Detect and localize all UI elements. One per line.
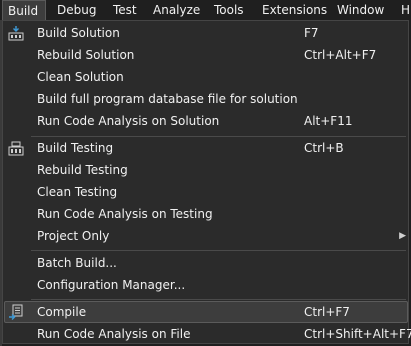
menu-item-rebuild-solution[interactable]: Rebuild Solution Ctrl+Alt+F7 <box>4 44 408 66</box>
menu-item-label: Build full program database file for sol… <box>37 92 298 106</box>
menu-item-project-only[interactable]: Project Only ▶ <box>4 225 408 247</box>
menu-item-compile[interactable]: Compile Ctrl+F7 <box>4 301 408 323</box>
menu-item-build-testing[interactable]: Build Testing Ctrl+B <box>4 137 408 159</box>
menu-item-clean-solution[interactable]: Clean Solution <box>4 66 408 88</box>
menu-separator <box>31 250 406 251</box>
menu-tools[interactable]: Tools <box>214 0 244 20</box>
menu-bar: Build Debug Test Analyze Tools Extension… <box>0 0 411 20</box>
menu-analyze[interactable]: Analyze <box>153 0 200 20</box>
menu-item-batch-build[interactable]: Batch Build... <box>4 252 408 274</box>
menu-separator <box>31 299 406 300</box>
menu-item-build-full-pdb[interactable]: Build full program database file for sol… <box>4 88 408 110</box>
build-menu-dropdown: Build Solution F7 Rebuild Solution Ctrl+… <box>2 20 411 345</box>
menu-item-shortcut: F7 <box>304 26 319 40</box>
menu-item-label: Rebuild Testing <box>37 163 128 177</box>
build-solution-icon <box>8 25 24 41</box>
menu-item-label: Rebuild Solution <box>37 48 135 62</box>
menu-item-label: Batch Build... <box>37 256 117 270</box>
menu-help[interactable]: H <box>401 0 410 20</box>
menu-item-label: Compile <box>37 305 87 319</box>
menu-item-label: Build Testing <box>37 141 114 155</box>
menu-item-shortcut: Ctrl+Alt+F7 <box>304 48 377 62</box>
menu-item-clean-testing[interactable]: Clean Testing <box>4 181 408 203</box>
menu-item-code-analysis-solution[interactable]: Run Code Analysis on Solution Alt+F11 <box>4 110 408 132</box>
menu-item-label: Run Code Analysis on Solution <box>37 114 220 128</box>
menu-build[interactable]: Build <box>2 0 46 20</box>
menu-item-shortcut: Ctrl+F7 <box>304 305 350 319</box>
menu-item-configuration-manager[interactable]: Configuration Manager... <box>4 274 408 296</box>
menu-test[interactable]: Test <box>113 0 137 20</box>
menu-item-shortcut: Alt+F11 <box>304 114 353 128</box>
menu-item-label: Build Solution <box>37 26 120 40</box>
menu-item-code-analysis-file[interactable]: Run Code Analysis on File Ctrl+Shift+Alt… <box>4 323 411 345</box>
menu-item-build-solution[interactable]: Build Solution F7 <box>4 22 408 44</box>
menu-item-label: Clean Testing <box>37 185 118 199</box>
menu-item-label: Run Code Analysis on File <box>37 327 191 341</box>
submenu-arrow-icon: ▶ <box>399 231 406 241</box>
menu-debug[interactable]: Debug <box>57 0 96 20</box>
menu-item-label: Project Only <box>37 229 110 243</box>
menu-extensions[interactable]: Extensions <box>262 0 327 20</box>
menu-item-shortcut: Ctrl+Shift+Alt+F7 <box>304 327 411 341</box>
compile-icon <box>8 304 24 320</box>
menu-item-label: Run Code Analysis on Testing <box>37 207 213 221</box>
menu-window[interactable]: Window <box>337 0 384 20</box>
menu-item-label: Clean Solution <box>37 70 124 84</box>
build-project-icon <box>8 140 24 156</box>
menu-item-rebuild-testing[interactable]: Rebuild Testing <box>4 159 408 181</box>
menu-item-code-analysis-testing[interactable]: Run Code Analysis on Testing <box>4 203 408 225</box>
menu-item-label: Configuration Manager... <box>37 278 186 292</box>
menu-item-shortcut: Ctrl+B <box>304 141 344 155</box>
